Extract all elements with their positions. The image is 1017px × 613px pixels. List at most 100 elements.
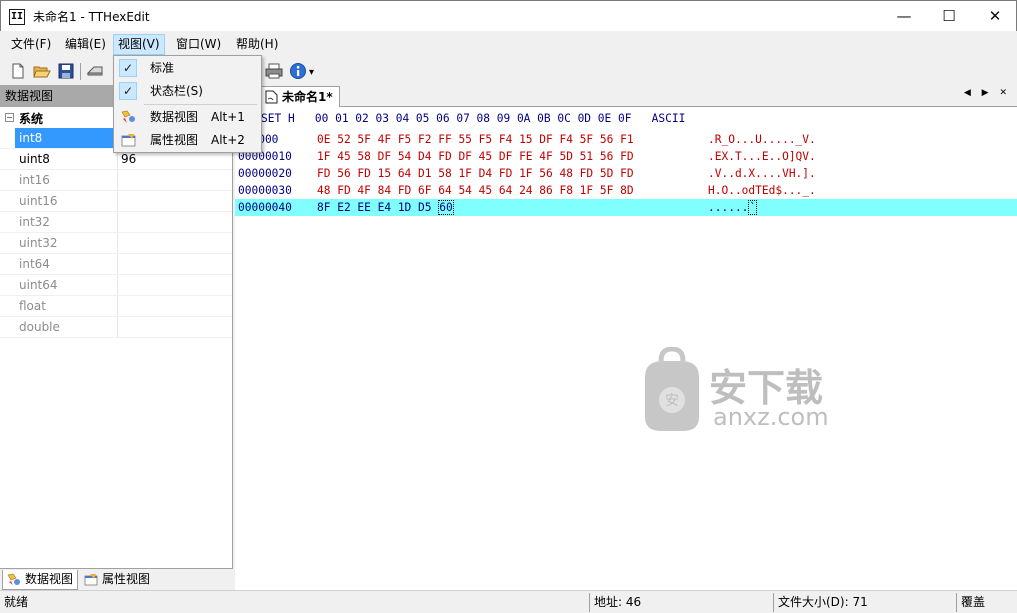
ascii-text[interactable]: .V..d.X....VH.].	[708, 165, 816, 182]
property-value[interactable]	[118, 275, 121, 295]
property-row[interactable]: float	[0, 296, 232, 317]
hex-offset: 00000020	[238, 167, 292, 180]
menu-item-property-view[interactable]: 属性视图 Alt+2	[116, 129, 259, 151]
menu-edit[interactable]: 编辑(E)	[61, 34, 110, 55]
hex-bytes[interactable]: 8F E2 EE E4 1D D5 60	[317, 199, 454, 216]
tab-property-view[interactable]: 属性视图	[80, 570, 154, 590]
hex-bytes[interactable]: 0E 52 5F 4F F5 F2 FF 55 F5 F4 15 DF F4 5…	[317, 131, 634, 148]
svg-text:安: 安	[665, 393, 679, 409]
collapse-icon[interactable]: −	[5, 113, 14, 122]
property-row[interactable]: uint64	[0, 275, 232, 296]
property-name: int32	[15, 212, 118, 232]
title-bar: II 未命名1 - TTHexEdit — ☐ ✕	[0, 0, 1017, 31]
property-row[interactable]: int64	[0, 254, 232, 275]
property-row[interactable]: int16	[0, 170, 232, 191]
hex-row[interactable]: 00000040 8F E2 EE E4 1D D5 60 ......`	[235, 199, 1017, 216]
ascii-text[interactable]: H.O..odTEd$..._.	[708, 182, 816, 199]
tab-data-view[interactable]: 数据视图	[2, 570, 79, 590]
tab-label: 数据视图	[25, 572, 74, 586]
tab-nav-arrows-icon[interactable]: ◀ ▶ ✕	[964, 88, 1011, 98]
print-icon[interactable]	[265, 62, 283, 80]
menu-item-standard[interactable]: ✓ 标准	[116, 57, 259, 79]
left-tab-strip: 数据视图 属性视图	[0, 568, 233, 590]
property-name: int64	[15, 254, 118, 274]
property-value[interactable]	[118, 170, 121, 190]
hex-bytes-text: FD 56 FD 15 64 D1 58 1F D4 FD 1F 56 48 F…	[317, 167, 634, 180]
hex-row[interactable]: 0000000E 52 5F 4F F5 F2 FF 55 F5 F4 15 D…	[235, 131, 1017, 148]
status-text: 就绪	[4, 595, 29, 609]
hex-bytes-text: 48 FD 4F 84 FD 6F 64 54 45 64 24 86 F8 1…	[317, 184, 634, 197]
ascii-cursor[interactable]: `	[748, 200, 758, 215]
open-folder-icon[interactable]	[33, 62, 51, 80]
property-row[interactable]: double	[0, 317, 232, 338]
ascii-text[interactable]: .R_O...U....._V.	[708, 131, 816, 148]
toolbar-separator	[80, 63, 81, 80]
view-menu-dropdown: ✓ 标准 ✓ 状态栏(S) 数据视图 Alt+1 属性视图 Alt+2	[113, 55, 262, 153]
status-bar: 就绪 地址: 46 文件大小(D): 71 覆盖	[0, 590, 1017, 613]
hex-bytes-text: 1F 45 58 DF 54 D4 FD DF 45 DF FE 4F 5D 5…	[317, 150, 634, 163]
hex-row[interactable]: 00000010 1F 45 58 DF 54 D4 FD DF 45 DF FE…	[235, 148, 1017, 165]
property-name: uint8	[15, 149, 118, 169]
property-name: uint64	[15, 275, 118, 295]
property-name: double	[15, 317, 118, 337]
hex-cursor[interactable]: 60	[438, 200, 454, 215]
ascii-text-content: H.O..odTEd$..._.	[708, 184, 816, 197]
property-row[interactable]: uint16	[0, 191, 232, 212]
document-tab[interactable]: 未命名1*	[261, 86, 340, 107]
property-name: int16	[15, 170, 118, 190]
data-view-icon	[7, 573, 20, 585]
property-name: int8	[15, 128, 118, 148]
status-file-size: 文件大小(D): 71	[778, 595, 868, 609]
menu-file[interactable]: 文件(F)	[7, 34, 55, 55]
property-view-icon	[121, 134, 136, 147]
hex-row[interactable]: 00000030 48 FD 4F 84 FD 6F 64 54 45 64 24…	[235, 182, 1017, 199]
hex-editor: 未命名1* ◀ ▶ ✕ SET H 00 01 02 03 04 05 06 0…	[235, 85, 1017, 590]
check-icon: ✓	[119, 82, 137, 100]
info-icon[interactable]	[289, 62, 307, 80]
property-value[interactable]	[118, 317, 121, 337]
property-value[interactable]	[118, 233, 121, 253]
ascii-text-content: .R_O...U....._V.	[708, 133, 816, 146]
maximize-button[interactable]: ☐	[926, 1, 972, 31]
property-row[interactable]: uint32	[0, 233, 232, 254]
property-view-icon	[84, 574, 98, 586]
menu-window[interactable]: 窗口(W)	[172, 34, 225, 55]
group-label: 系统	[19, 112, 44, 126]
property-name: uint16	[15, 191, 118, 211]
status-mode: 覆盖	[961, 595, 986, 609]
hex-bytes[interactable]: 1F 45 58 DF 54 D4 FD DF 45 DF FE 4F 5D 5…	[317, 148, 634, 165]
hex-bytes-text: 8F E2 EE E4 1D D5	[317, 201, 439, 214]
new-file-icon[interactable]	[9, 62, 27, 80]
hex-offset: 00000030	[238, 184, 292, 197]
hex-bytes[interactable]: 48 FD 4F 84 FD 6F 64 54 45 64 24 86 F8 1…	[317, 182, 634, 199]
menu-view[interactable]: 视图(V)	[113, 34, 165, 55]
watermark-domain: anxz.com	[713, 403, 829, 431]
menu-item-shortcut: Alt+2	[211, 133, 245, 147]
property-list: int8 uint8 96 int16 uint16 int32 uint32 int64 ui…	[0, 128, 232, 338]
minimize-button[interactable]: —	[881, 1, 927, 31]
app-icon[interactable]: II	[9, 9, 25, 25]
window-title: 未命名1 - TTHexEdit	[33, 10, 150, 24]
hex-bytes[interactable]: FD 56 FD 15 64 D1 58 1F D4 FD 1F 56 48 F…	[317, 165, 634, 182]
property-value[interactable]	[118, 212, 121, 232]
ascii-text-content: .EX.T...E..O]QV.	[708, 150, 816, 163]
watermark-logo: 安 安下载 anxz.com	[645, 347, 829, 431]
property-row[interactable]: int32	[0, 212, 232, 233]
ascii-text[interactable]: ......`	[708, 199, 758, 216]
eraser-icon[interactable]	[86, 62, 104, 80]
menu-item-label: 数据视图	[150, 110, 199, 124]
close-button[interactable]: ✕	[972, 1, 1017, 31]
save-disk-icon[interactable]	[57, 62, 75, 80]
menu-item-statusbar[interactable]: ✓ 状态栏(S)	[116, 80, 259, 102]
hex-offset: 00000040	[238, 201, 292, 214]
menu-item-data-view[interactable]: 数据视图 Alt+1	[116, 106, 259, 128]
property-value[interactable]	[118, 296, 121, 316]
hex-row[interactable]: 00000020 FD 56 FD 15 64 D1 58 1F D4 FD 1F…	[235, 165, 1017, 182]
ascii-text[interactable]: .EX.T...E..O]QV.	[708, 148, 816, 165]
menu-help[interactable]: 帮助(H)	[232, 34, 282, 55]
property-value[interactable]	[118, 191, 121, 211]
hex-bytes-text: 0E 52 5F 4F F5 F2 FF 55 F5 F4 15 DF F4 5…	[317, 133, 634, 146]
status-address: 地址: 46	[594, 595, 642, 609]
chevron-down-icon[interactable]: ▾	[309, 67, 314, 78]
property-value[interactable]	[118, 254, 121, 274]
